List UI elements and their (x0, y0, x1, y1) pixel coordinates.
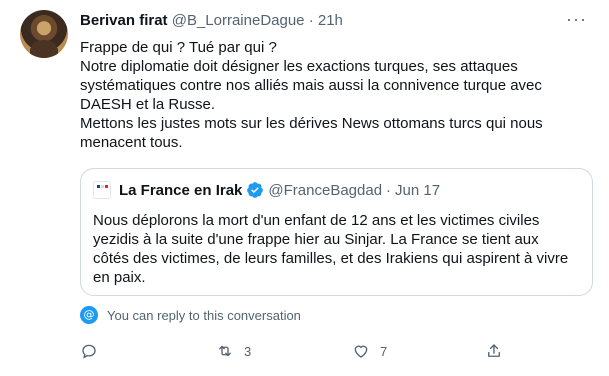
tweet-text-line: Frappe de qui ? Tué par qui ? (80, 39, 277, 56)
retweet-icon (219, 345, 231, 357)
tweet-header: Berivan firat @B_LorraineDague · 21h (80, 12, 343, 29)
share-button[interactable] (485, 342, 503, 360)
quoted-text-line: yezidis à la suite d'une frappe hier au … (93, 231, 539, 248)
reply-permission-note: You can reply to this conversation (80, 306, 301, 324)
reply-icon (82, 344, 96, 359)
quoted-avatar[interactable] (93, 181, 111, 199)
quoted-text-line: Nous déplorons la mort d'un enfant de 12… (93, 212, 540, 229)
action-bar: 3 7 (80, 342, 595, 364)
tweet[interactable]: Berivan firat @B_LorraineDague · 21h ···… (0, 0, 609, 376)
quoted-text-line: côtés des victimes, de leurs familles, e… (93, 250, 569, 267)
header-separator: · (308, 12, 314, 29)
tweet-text: Frappe de qui ? Tué par qui ? Notre dipl… (80, 38, 595, 152)
quoted-separator: · (386, 181, 392, 199)
share-icon (488, 344, 500, 357)
tweet-text-line: Mettons les justes mots sur les dérives … (80, 115, 543, 132)
tweet-time[interactable]: 21h (318, 12, 343, 29)
author-handle[interactable]: @B_LorraineDague (172, 12, 305, 29)
like-icon (354, 345, 368, 358)
retweet-button[interactable]: 3 (216, 342, 251, 360)
more-icon[interactable]: ··· (566, 10, 586, 28)
quoted-author-handle[interactable]: @FranceBagdad (268, 182, 382, 199)
like-count: 7 (380, 343, 388, 359)
reply-permission-text: You can reply to this conversation (107, 307, 301, 323)
quoted-date[interactable]: Jun 17 (395, 182, 440, 199)
quoted-header: La France en Irak @FranceBagdad · Jun 17 (119, 181, 440, 199)
tweet-text-line: DAESH et la Russe. (80, 96, 216, 113)
like-button[interactable]: 7 (352, 342, 387, 360)
author-avatar[interactable] (20, 10, 68, 58)
reply-button[interactable] (80, 342, 108, 360)
quoted-author-name[interactable]: La France en Irak (119, 182, 242, 199)
tweet-text-line: systématiques contre nos alliés mais aus… (80, 77, 542, 94)
tweet-text-line: Notre diplomatie doit désigner les exact… (80, 58, 518, 75)
quoted-text: Nous déplorons la mort d'un enfant de 12… (93, 211, 583, 287)
tweet-text-line: menacent tous. (80, 134, 183, 151)
retweet-count: 3 (244, 343, 252, 359)
verified-badge-icon (247, 182, 264, 198)
quoted-text-line: en paix. (93, 269, 146, 286)
author-name[interactable]: Berivan firat (80, 12, 168, 29)
reply-permission-icon (80, 306, 98, 324)
quoted-tweet[interactable]: La France en Irak @FranceBagdad · Jun 17… (80, 168, 593, 296)
